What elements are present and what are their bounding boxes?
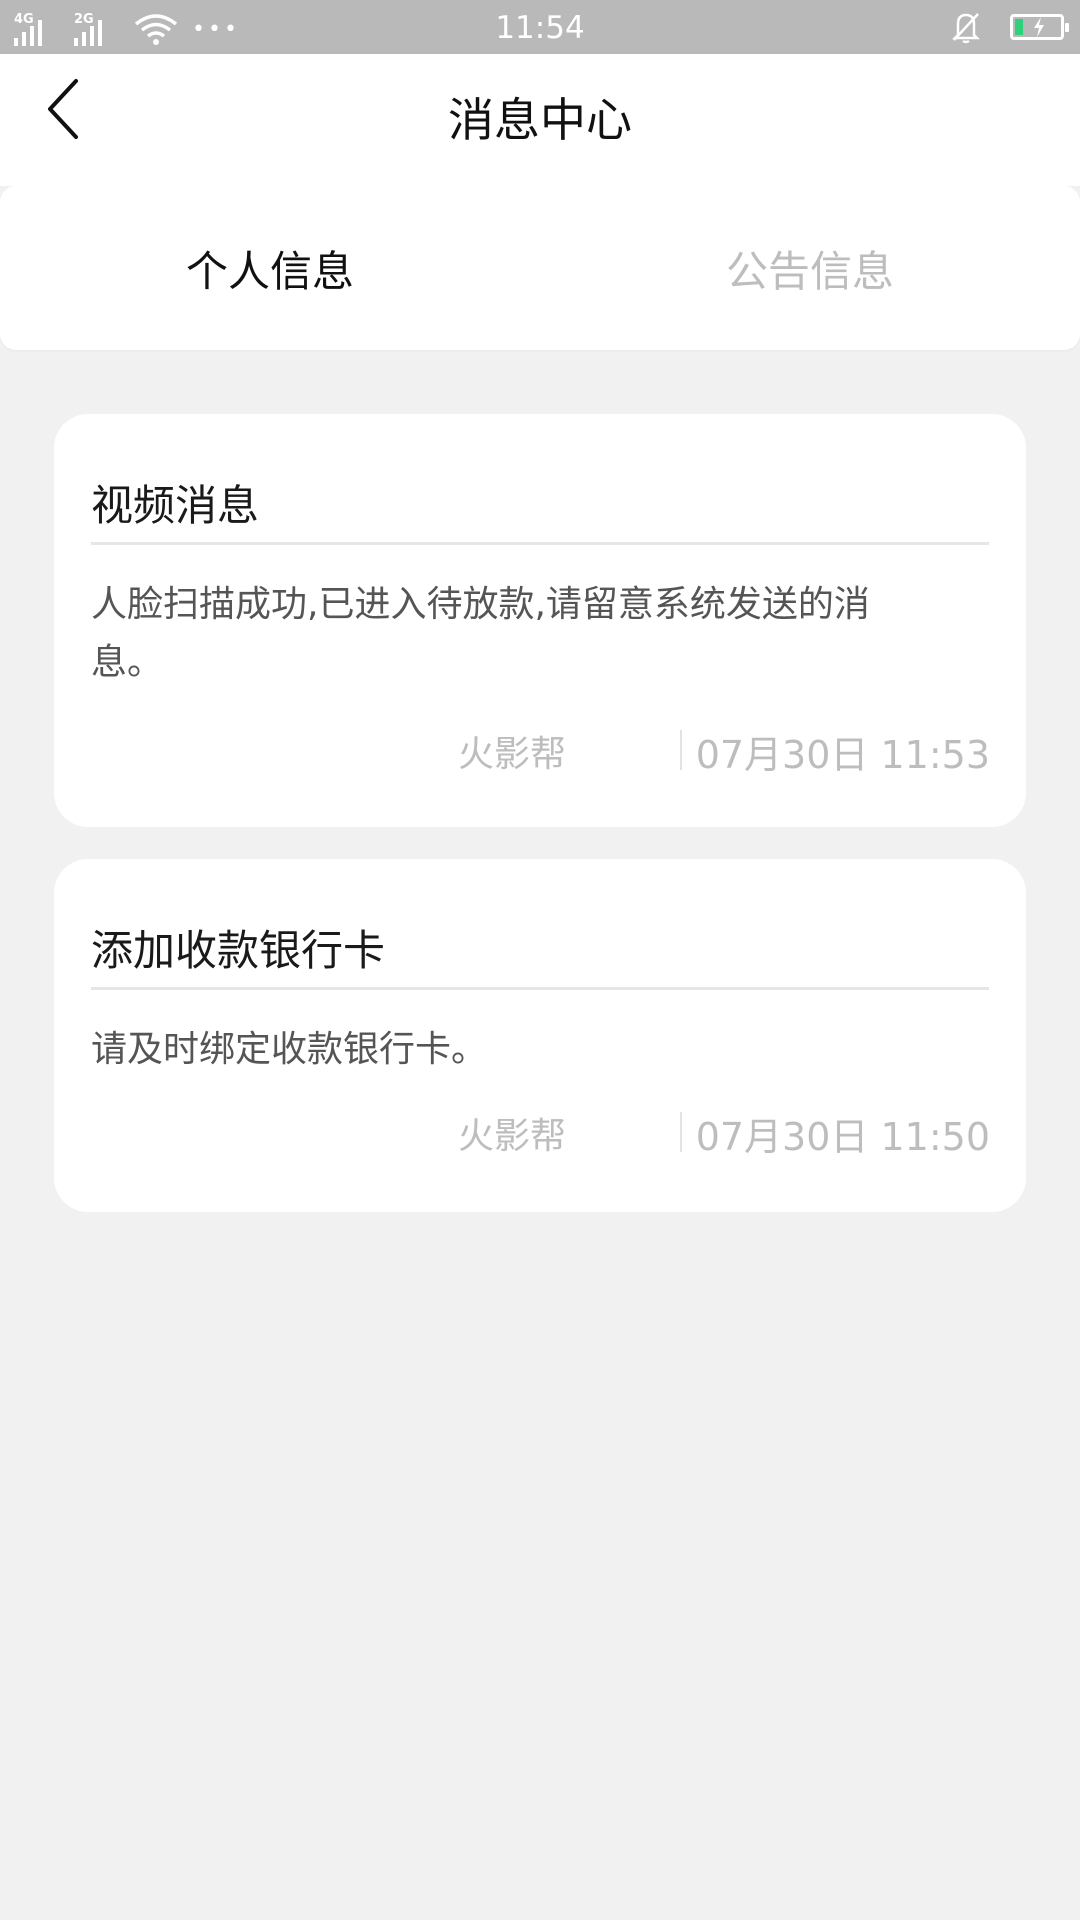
message-card[interactable]: 视频消息 人脸扫描成功,已进入待放款,请留意系统发送的消息。 火影帮 07月30… [54,414,1026,827]
bell-muted-icon [951,13,981,44]
battery-level [1015,19,1023,35]
message-title: 添加收款银行卡 [91,926,386,975]
message-source: 火影帮 [457,734,566,775]
status-bar: 4G 2G ••• 11:54 [0,0,1080,54]
message-time: 07月30日 11:53 [695,733,990,777]
vertical-separator [680,730,682,770]
app-header: 消息中心 [0,54,1080,186]
divider [91,542,989,545]
tab-announcements[interactable]: 公告信息 [540,186,1080,350]
message-time: 07月30日 11:50 [695,1115,990,1159]
message-body: 请及时绑定收款银行卡。 [91,1029,488,1070]
message-title: 视频消息 [91,481,260,530]
charging-bolt-icon [1034,17,1044,37]
battery-icon [1010,14,1069,40]
message-source: 火影帮 [457,1116,566,1157]
tab-personal[interactable]: 个人信息 [0,186,540,350]
divider [91,987,989,990]
message-card[interactable]: 添加收款银行卡 请及时绑定收款银行卡。 火影帮 07月30日 11:50 [54,859,1026,1212]
status-time: 11:54 [495,10,585,46]
page-title: 消息中心 [448,93,632,147]
message-body: 人脸扫描成功,已进入待放款,请留意系统发送的消息。 [91,584,870,683]
vertical-separator [680,1112,682,1152]
tab-bar: 个人信息 公告信息 [0,186,1080,350]
status-right [950,10,1069,44]
